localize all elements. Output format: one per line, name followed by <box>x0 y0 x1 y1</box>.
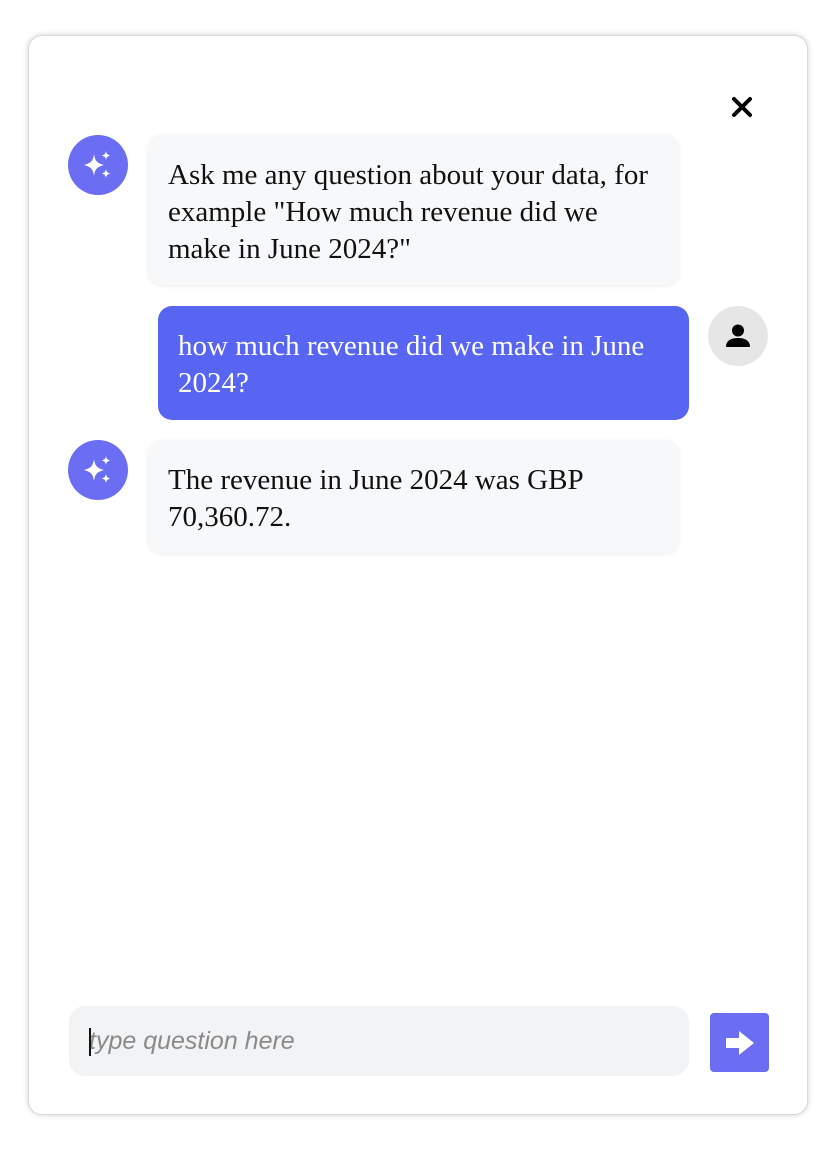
user-message: how much revenue did we make in June 202… <box>158 306 689 420</box>
sparkles-icon <box>84 456 111 483</box>
sparkles-icon <box>84 151 111 178</box>
assistant-message: Ask me any question about your data, for… <box>148 135 679 285</box>
send-button[interactable] <box>710 1013 769 1072</box>
close-button[interactable] <box>725 90 759 124</box>
chat-panel: Ask me any question about your data, for… <box>28 35 808 1115</box>
text-caret <box>89 1028 91 1056</box>
person-icon <box>726 324 750 347</box>
assistant-avatar <box>68 440 128 500</box>
question-input[interactable] <box>69 1006 689 1076</box>
user-avatar <box>708 306 768 366</box>
arrow-right-icon <box>725 1030 754 1055</box>
assistant-message: The revenue in June 2024 was GBP 70,360.… <box>148 440 679 553</box>
question-input-wrapper <box>69 1006 689 1076</box>
assistant-avatar <box>68 135 128 195</box>
close-icon <box>732 97 752 117</box>
